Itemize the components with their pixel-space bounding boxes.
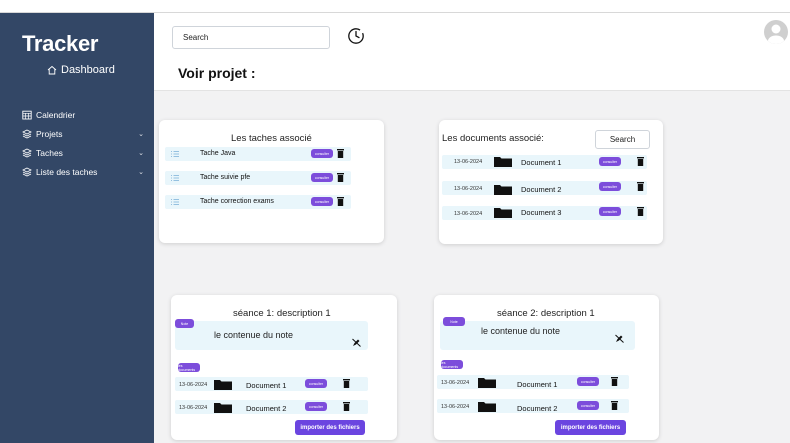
documents-tag: les documents <box>178 363 200 372</box>
folder-icon <box>214 380 232 390</box>
sidebar-item-label: Calendrier <box>36 109 76 120</box>
folder-icon <box>494 157 512 167</box>
top-edge <box>0 0 790 13</box>
trash-icon[interactable] <box>637 157 644 166</box>
consult-button[interactable]: consulter <box>311 149 333 158</box>
session-card: séance 1: description 1 Note le contenue… <box>171 295 397 440</box>
session-title: séance 2: description 1 <box>497 308 595 319</box>
search-input[interactable]: Search <box>172 26 330 49</box>
document-name[interactable]: Document 1 <box>246 381 286 390</box>
trash-icon[interactable] <box>337 173 344 182</box>
folder-icon <box>494 185 512 195</box>
consult-button[interactable]: consulter <box>599 157 621 166</box>
task-row: Tache Java consulter <box>165 147 351 161</box>
document-name[interactable]: Document 3 <box>521 208 561 217</box>
document-name[interactable]: Document 1 <box>517 380 557 389</box>
consult-button[interactable]: consulter <box>311 197 333 206</box>
consult-button[interactable]: consulter <box>305 402 327 411</box>
document-date: 13-06-2024 <box>441 404 470 410</box>
trash-icon[interactable] <box>343 402 350 411</box>
task-name[interactable]: Tache suivie pfe <box>200 174 250 181</box>
layers-icon <box>22 129 32 139</box>
documents-search-input[interactable]: Search <box>595 130 650 149</box>
trash-icon[interactable] <box>611 401 618 410</box>
documents-card-title: Les documents associé: <box>442 133 544 144</box>
consult-button[interactable]: consulter <box>305 379 327 388</box>
calendar-icon <box>22 110 32 120</box>
sidebar-item-projets[interactable]: Projets ⌄ <box>22 124 144 143</box>
header: Search Voir projet : <box>154 13 790 91</box>
consult-button[interactable]: consulter <box>577 377 599 386</box>
layers-icon <box>22 148 32 158</box>
document-date: 13-06-2024 <box>454 211 483 217</box>
task-name[interactable]: Tache Java <box>200 150 235 157</box>
avatar[interactable] <box>764 20 788 44</box>
document-date: 13-06-2024 <box>454 186 483 192</box>
folder-icon <box>478 402 496 412</box>
sidebar-item-liste-des-taches[interactable]: Liste des taches ⌄ <box>22 162 144 181</box>
folder-icon <box>478 378 496 388</box>
chevron-down-icon[interactable]: ⌄ <box>138 168 144 176</box>
tasks-card: Les taches associé Tache Java consulter … <box>159 120 384 243</box>
layers-icon <box>22 167 32 177</box>
document-name[interactable]: Document 2 <box>246 404 286 413</box>
task-row: Tache suivie pfe consulter <box>165 171 351 185</box>
sidebar-item-label: Taches <box>36 147 63 158</box>
trash-icon[interactable] <box>637 207 644 216</box>
document-name[interactable]: Document 2 <box>521 185 561 194</box>
edit-off-icon[interactable] <box>615 334 624 343</box>
tasks-card-title: Les taches associé <box>231 133 312 144</box>
document-name[interactable]: Document 1 <box>521 158 561 167</box>
sidebar-nav: Calendrier Projets ⌄ Taches ⌄ Liste des … <box>22 105 144 181</box>
consult-button[interactable]: consulter <box>599 182 621 191</box>
folder-icon <box>494 208 512 218</box>
home-icon <box>47 65 57 75</box>
document-date: 13-06-2024 <box>179 405 208 411</box>
trash-icon[interactable] <box>337 197 344 206</box>
document-date: 13-06-2024 <box>441 380 470 386</box>
chevron-down-icon[interactable]: ⌄ <box>138 130 144 138</box>
app-title: Tracker <box>22 31 99 56</box>
sidebar-item-label: Liste des taches <box>36 166 98 177</box>
dashboard-link[interactable]: Dashboard <box>47 64 115 76</box>
sidebar-item-taches[interactable]: Taches ⌄ <box>22 143 144 162</box>
session-title: séance 1: description 1 <box>233 308 331 319</box>
main-content: Les taches associé Tache Java consulter … <box>154 91 790 443</box>
sidebar: Tracker Dashboard Calendrier Projets ⌄ T… <box>0 13 154 443</box>
clock-icon[interactable] <box>347 27 365 45</box>
edit-off-icon[interactable] <box>352 338 361 347</box>
trash-icon[interactable] <box>337 149 344 158</box>
import-files-button[interactable]: importer des fichiers <box>295 420 365 435</box>
consult-button[interactable]: consulter <box>599 207 621 216</box>
note-text: le contenue du note <box>481 326 561 336</box>
note-text: le contenue du note <box>214 330 294 340</box>
list-icon <box>171 198 179 208</box>
note-tag: Note <box>443 317 465 326</box>
dashboard-label: Dashboard <box>61 64 115 76</box>
note-tag: Note <box>175 319 194 328</box>
chevron-down-icon[interactable]: ⌄ <box>138 149 144 157</box>
task-name[interactable]: Tache correction exams <box>200 198 274 205</box>
documents-tag: les documents <box>441 360 463 369</box>
trash-icon[interactable] <box>611 377 618 386</box>
document-name[interactable]: Document 2 <box>517 404 557 413</box>
list-icon <box>171 150 179 160</box>
consult-button[interactable]: consulter <box>577 401 599 410</box>
trash-icon[interactable] <box>637 182 644 191</box>
document-date: 13-06-2024 <box>179 382 208 388</box>
task-row: Tache correction exams consulter <box>165 195 351 209</box>
import-files-button[interactable]: importer des fichiers <box>555 420 626 435</box>
page-title: Voir projet : <box>178 65 256 81</box>
sidebar-item-calendrier[interactable]: Calendrier <box>22 105 144 124</box>
session-card: séance 2: description 1 Note le contenue… <box>434 295 659 440</box>
document-date: 13-06-2024 <box>454 159 483 165</box>
consult-button[interactable]: consulter <box>311 173 333 182</box>
list-icon <box>171 174 179 184</box>
folder-icon <box>214 403 232 413</box>
documents-card: Les documents associé: Search 13-06-2024… <box>439 120 663 244</box>
sidebar-item-label: Projets <box>36 128 63 139</box>
trash-icon[interactable] <box>343 379 350 388</box>
